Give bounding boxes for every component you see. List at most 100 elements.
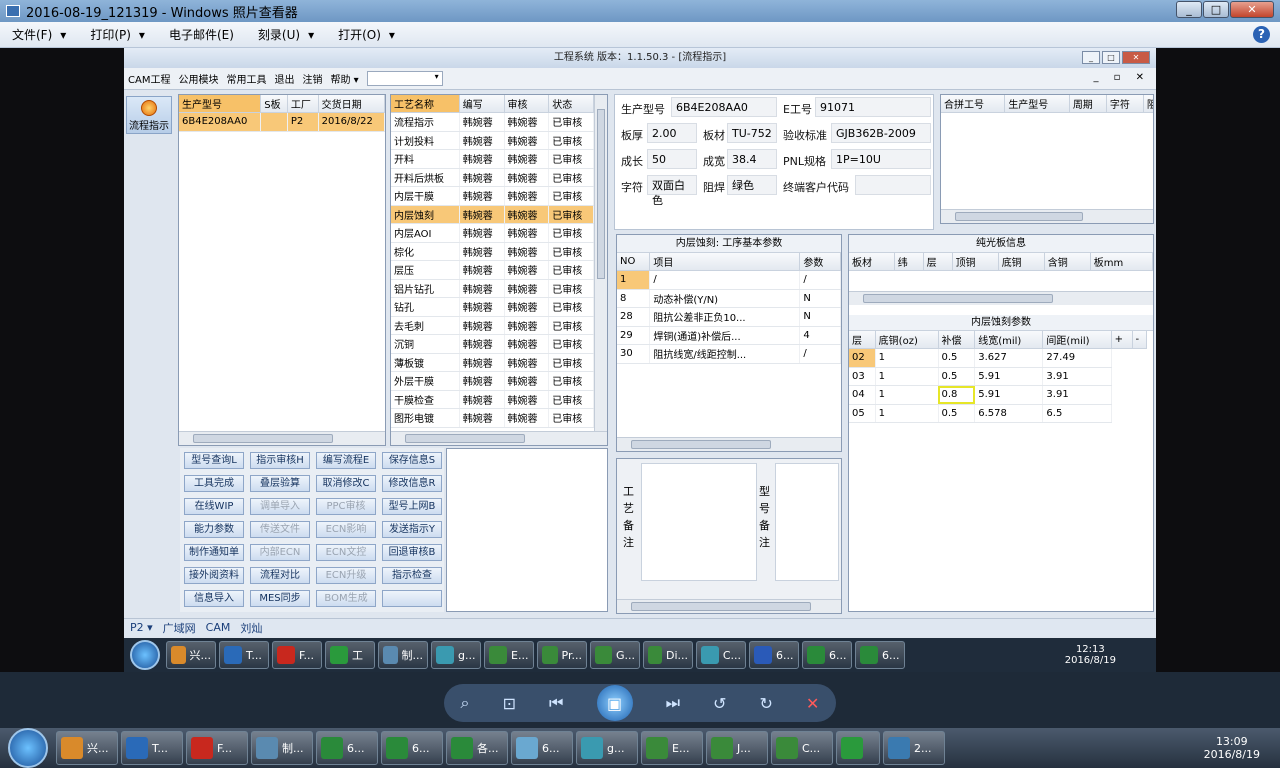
action-button[interactable]: PPC审核 (316, 498, 376, 515)
length-field[interactable]: 50 (647, 149, 697, 169)
column-header[interactable]: 阻焊 (1143, 95, 1153, 113)
action-button[interactable]: 能力参数 (184, 521, 244, 538)
column-header[interactable]: 生产型号 (1004, 95, 1070, 113)
action-button[interactable]: 发送指示Y (382, 521, 442, 538)
taskbar-item[interactable]: 兴... (166, 641, 216, 669)
prod-model-field[interactable]: 6B4E208AA0 (671, 97, 777, 117)
action-button[interactable] (382, 590, 442, 607)
craft-notes-field[interactable] (641, 463, 757, 581)
taskbar-item[interactable]: 6... (511, 731, 573, 765)
menu-common[interactable]: 公用模块 (178, 71, 218, 86)
material-field[interactable]: TU-752 (727, 123, 777, 143)
system-clock[interactable]: 13:09 2016/8/19 (1204, 735, 1260, 761)
table-row[interactable]: 02 1 0.5 3.627 27.49 (849, 348, 1147, 368)
table-row[interactable]: 1// (617, 270, 841, 290)
taskbar-item[interactable]: 2... (883, 731, 945, 765)
mask-field[interactable]: 绿色 (727, 175, 777, 195)
column-header[interactable]: 工厂 (287, 95, 319, 113)
rotate-left-icon[interactable]: ↺ (713, 694, 726, 713)
action-button[interactable]: 修改信息R (382, 475, 442, 492)
table-row[interactable]: 03 1 0.5 5.91 3.91 (849, 367, 1147, 386)
taskbar-item[interactable]: g... (431, 641, 481, 669)
taskbar-item[interactable]: F... (186, 731, 248, 765)
column-header[interactable]: 层 (923, 253, 953, 271)
action-button[interactable]: 叠层验算 (250, 475, 310, 492)
taskbar-item[interactable]: Di... (643, 641, 693, 669)
menu-logout[interactable]: 注销 (302, 71, 322, 86)
action-button[interactable]: BOM生成 (316, 590, 376, 607)
table-row[interactable]: 开料 韩婉蓉 韩婉蓉 已审核 (391, 149, 594, 169)
width-field[interactable]: 38.4 (727, 149, 777, 169)
column-header[interactable]: 纬 (894, 253, 924, 271)
status-tab-cam[interactable]: CAM (206, 621, 231, 634)
char-field[interactable]: 双面白色 (647, 175, 697, 207)
taskbar-item[interactable]: E... (484, 641, 534, 669)
taskbar-item[interactable]: G... (590, 641, 640, 669)
slideshow-icon[interactable]: ▣ (596, 685, 633, 721)
taskbar-item[interactable]: C... (696, 641, 746, 669)
action-button[interactable]: ECN升级 (316, 567, 376, 584)
column-header[interactable]: 周期 (1069, 95, 1107, 113)
taskbar-item[interactable]: 6... (749, 641, 799, 669)
menu-open[interactable]: 打开(O) ▾ (326, 26, 407, 43)
next-icon[interactable]: ⏭ (666, 693, 680, 713)
start-button[interactable] (130, 640, 160, 670)
action-button[interactable]: 取消修改C (316, 475, 376, 492)
column-header[interactable]: 层 (849, 331, 876, 349)
taskbar-item[interactable]: F... (272, 641, 322, 669)
process-hscroll[interactable] (391, 431, 607, 445)
column-header[interactable]: 底铜(oz) (875, 331, 939, 349)
taskbar-item[interactable] (836, 731, 880, 765)
action-button[interactable]: 保存信息S (382, 452, 442, 469)
help-icon[interactable]: ? (1253, 26, 1270, 43)
app-dropdown[interactable]: ▾ (366, 71, 443, 86)
table-row[interactable]: 干膜检查 韩婉蓉 韩婉蓉 已审核 (391, 390, 594, 409)
menu-burn[interactable]: 刻录(U) ▾ (246, 26, 326, 43)
action-button[interactable]: 流程对比 (250, 567, 310, 584)
taskbar-item[interactable]: 工 (325, 641, 375, 669)
column-header[interactable]: S板 (260, 95, 288, 113)
pnl-field[interactable]: 1P=10U (831, 149, 931, 169)
action-button[interactable]: 指示审核H (250, 452, 310, 469)
action-button[interactable]: ECN文控 (316, 544, 376, 561)
site-selector[interactable]: P2 ▾ (130, 621, 153, 634)
taskbar-item[interactable]: C... (771, 731, 833, 765)
maximize-button[interactable]: □ (1203, 1, 1229, 18)
table-row[interactable]: 外层干膜 韩婉蓉 韩婉蓉 已审核 (391, 371, 594, 391)
action-button[interactable]: 内部ECN (250, 544, 310, 561)
status-tab-wan[interactable]: 广域网 (163, 620, 196, 636)
delete-icon[interactable]: ✕ (806, 694, 819, 713)
taskbar-item[interactable]: E... (641, 731, 703, 765)
flow-indicator-button[interactable]: 流程指示 (126, 96, 172, 134)
column-header[interactable]: 含铜 (1044, 253, 1091, 271)
taskbar-item[interactable]: 6... (316, 731, 378, 765)
action-button[interactable]: ECN影响 (316, 521, 376, 538)
column-header[interactable]: 项目 (649, 253, 801, 271)
zoom-icon[interactable]: ⌕ (461, 693, 470, 713)
menu-file[interactable]: 文件(F) ▾ (0, 26, 78, 43)
table-row[interactable]: 薄板镀 韩婉蓉 韩婉蓉 已审核 (391, 353, 594, 372)
column-header[interactable]: 底铜 (998, 253, 1045, 271)
close-button[interactable]: ✕ (1230, 1, 1274, 18)
column-header[interactable]: 线宽(mil) (974, 331, 1044, 349)
table-row[interactable]: 内层干膜 韩婉蓉 韩婉蓉 已审核 (391, 186, 594, 206)
action-button[interactable]: MES同步 (250, 590, 310, 607)
column-header[interactable]: NO (617, 253, 651, 271)
table-row[interactable]: 流程指示 韩婉蓉 韩婉蓉 已审核 (391, 112, 594, 132)
model-notes-field[interactable] (775, 463, 839, 581)
taskbar-item[interactable]: J... (706, 731, 768, 765)
standard-field[interactable]: GJB362B-2009 (831, 123, 931, 143)
copper-hscroll[interactable] (849, 291, 1153, 305)
table-row[interactable]: 30 阻抗线宽/线距控制... / (617, 344, 841, 364)
menu-exit[interactable]: 退出 (274, 71, 294, 86)
taskbar-item[interactable]: g... (576, 731, 638, 765)
mdi-controls[interactable]: _ ▫ ✕ (1093, 72, 1150, 83)
column-header[interactable]: 工艺名称 (391, 95, 460, 113)
rotate-right-icon[interactable]: ↻ (760, 694, 773, 713)
app-minimize-button[interactable]: _ (1082, 51, 1100, 64)
taskbar-item[interactable]: T... (219, 641, 269, 669)
minimize-button[interactable]: _ (1176, 1, 1202, 18)
e-number-field[interactable]: 91071 (815, 97, 931, 117)
params-hscroll[interactable] (617, 437, 841, 451)
action-button[interactable]: 接外阅资料 (184, 567, 244, 584)
